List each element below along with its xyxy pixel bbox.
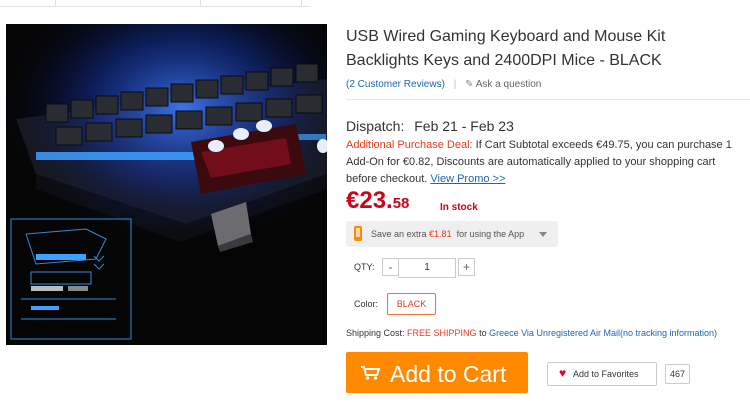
price: €23.58 bbox=[346, 187, 409, 215]
divider-line bbox=[346, 99, 750, 100]
caret-down-icon bbox=[539, 232, 547, 237]
shipping-cost: Shipping Cost: FREE SHIPPING to Greece V… bbox=[346, 328, 717, 338]
shipping-label: Shipping Cost: bbox=[346, 328, 408, 338]
purchase-deal: Additional Purchase Deal: If Cart Subtot… bbox=[346, 137, 746, 188]
color-label: Color: bbox=[354, 299, 379, 309]
ask-question-link[interactable]: ✎ Ask a question bbox=[465, 79, 541, 90]
shipping-destination-link[interactable]: Greece Via Unregistered Air Mail(no trac… bbox=[489, 328, 717, 338]
favorites-count: 467 bbox=[665, 364, 690, 384]
product-title: USB Wired Gaming Keyboard and Mouse Kit … bbox=[346, 28, 666, 69]
divider: | bbox=[453, 79, 457, 90]
top-tab-strip bbox=[0, 0, 310, 7]
add-to-favorites-label: Add to Favorites bbox=[573, 369, 639, 379]
view-promo-link[interactable]: View Promo >> bbox=[430, 173, 505, 185]
app-offer-suffix: for using the App bbox=[451, 229, 525, 239]
reviews-row: (2 Customer Reviews) | ✎ Ask a question bbox=[346, 79, 541, 90]
qty-decrease-button[interactable]: - bbox=[382, 258, 399, 276]
color-option-black[interactable]: BLACK bbox=[387, 293, 436, 315]
keyboard-photo bbox=[6, 24, 327, 345]
free-shipping: FREE SHIPPING bbox=[407, 328, 477, 338]
qty-label: QTY: bbox=[354, 262, 375, 272]
ask-question-label: Ask a question bbox=[475, 79, 542, 90]
tab-remnant-1 bbox=[0, 0, 56, 7]
add-to-cart-button[interactable]: Add to Cart bbox=[346, 352, 528, 393]
shipping-to: to bbox=[476, 328, 490, 338]
pencil-icon: ✎ bbox=[465, 79, 474, 90]
app-offer-amount: €1.81 bbox=[429, 229, 452, 239]
price-cents: 58 bbox=[392, 195, 410, 212]
app-offer-dropdown[interactable]: Save an extra €1.81 for using the App bbox=[346, 221, 558, 247]
add-to-cart-label: Add to Cart bbox=[390, 361, 507, 387]
tab-remnant-2 bbox=[200, 0, 302, 7]
qty-input[interactable]: 1 bbox=[398, 258, 456, 278]
product-image[interactable] bbox=[6, 24, 327, 345]
app-offer-text: Save an extra €1.81 for using the App bbox=[371, 229, 524, 239]
dispatch-dates: Feb 21 - Feb 23 bbox=[414, 118, 514, 134]
phone-icon bbox=[354, 226, 362, 241]
dispatch-label: Dispatch: bbox=[346, 118, 405, 134]
app-offer-prefix: Save an extra bbox=[371, 229, 430, 239]
customer-reviews-link[interactable]: (2 Customer Reviews) bbox=[346, 79, 445, 90]
stock-status: In stock bbox=[440, 202, 478, 213]
qty-increase-button[interactable]: + bbox=[458, 258, 475, 276]
heart-icon: ♥ bbox=[559, 366, 567, 380]
cart-icon bbox=[361, 366, 381, 380]
deal-label: Additional Purchase Deal: bbox=[346, 139, 473, 151]
dispatch-info: Dispatch: Feb 21 - Feb 23 bbox=[346, 118, 514, 134]
add-to-favorites-button[interactable]: ♥ Add to Favorites bbox=[547, 362, 657, 386]
price-main: €23. bbox=[346, 187, 393, 214]
